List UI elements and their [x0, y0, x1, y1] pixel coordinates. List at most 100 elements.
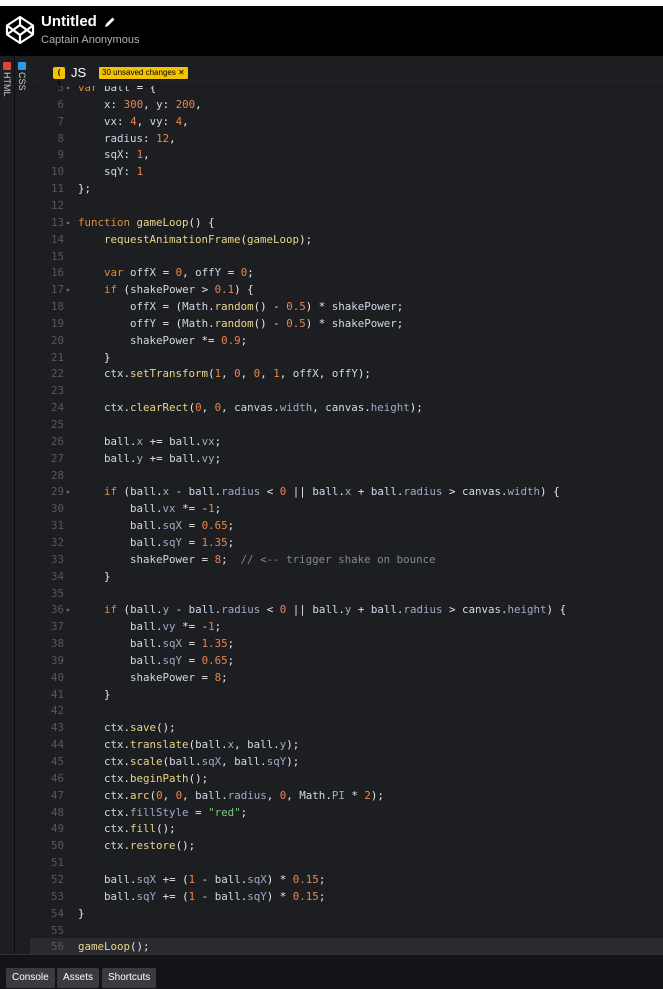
code-line[interactable]: 19 offY = (Math.random() - 0.5) * shakeP… [30, 315, 663, 332]
line-number: 27 [50, 451, 64, 465]
fold-toggle-icon[interactable]: ▸ [66, 214, 71, 231]
code-line[interactable]: 33 shakePower = 8; // <-- trigger shake … [30, 551, 663, 568]
code-line[interactable]: 25 [30, 416, 663, 433]
code-line[interactable]: 5 ▸ var ball = { [30, 86, 663, 96]
unsaved-changes-badge[interactable]: 30 unsaved changes ✕ [99, 67, 188, 79]
code-line[interactable]: 55 [30, 922, 663, 939]
fold-toggle-icon[interactable]: ▸ [66, 281, 71, 298]
code-line[interactable]: 23 [30, 382, 663, 399]
code-line[interactable]: 24 ctx.clearRect(0, 0, canvas.width, can… [30, 399, 663, 416]
code-line[interactable]: 27 ball.y += ball.vy; [30, 450, 663, 467]
shortcuts-button[interactable]: Shortcuts [102, 968, 157, 988]
code-line[interactable]: 22 ctx.setTransform(1, 0, 0, 1, offX, of… [30, 365, 663, 382]
line-number: 28 [50, 468, 64, 482]
code-line[interactable]: 44 ctx.translate(ball.x, ball.y); [30, 736, 663, 753]
code-line[interactable]: 47 ctx.arc(0, 0, ball.radius, 0, Math.PI… [30, 787, 663, 804]
fold-toggle-icon[interactable]: ▸ [66, 86, 71, 96]
line-number: 29 [50, 485, 64, 499]
bottom-bar: Console Assets Shortcuts [0, 954, 663, 989]
pen-author[interactable]: Captain Anonymous [41, 34, 139, 46]
line-number: 37 [50, 620, 64, 634]
code-line[interactable]: 20 shakePower *= 0.9; [30, 332, 663, 349]
code-text: ball.sqY += (1 - ball.sqY) * 0.15; [104, 889, 326, 903]
line-number: 13 [50, 215, 64, 229]
code-text: ctx.arc(0, 0, ball.radius, 0, Math.PI * … [104, 788, 384, 802]
pen-title[interactable]: Untitled [41, 13, 97, 30]
code-text: ball.sqY = 0.65; [130, 653, 235, 667]
tab-html[interactable]: HTML [0, 62, 14, 97]
code-line[interactable]: 40 shakePower = 8; [30, 669, 663, 686]
code-area[interactable]: 5 ▸ var ball = {6 x: 300, y: 200, 7 vx: 4, … [30, 86, 663, 954]
code-line[interactable]: 11}; [30, 180, 663, 197]
code-line[interactable]: 51 [30, 854, 663, 871]
line-number: 55 [50, 923, 64, 937]
fold-toggle-icon[interactable]: ▸ [66, 483, 71, 500]
code-line[interactable]: 15 [30, 248, 663, 265]
code-line[interactable]: 28 [30, 467, 663, 484]
code-text: sqY: 1 [104, 165, 144, 179]
code-line[interactable]: 16 var offX = 0, offY = 0; [30, 264, 663, 281]
code-line[interactable]: 32 ball.sqY = 1.35; [30, 534, 663, 551]
code-line[interactable]: 35 [30, 585, 663, 602]
code-line[interactable]: 53 ball.sqY += (1 - ball.sqY) * 0.15; [30, 888, 663, 905]
line-number: 38 [50, 637, 64, 651]
code-text: ctx.restore(); [104, 839, 196, 853]
code-line[interactable]: 46 ctx.beginPath(); [30, 770, 663, 787]
pencil-icon[interactable] [103, 15, 117, 29]
assets-button[interactable]: Assets [57, 968, 100, 988]
codepen-logo-icon[interactable] [4, 14, 36, 46]
code-line[interactable]: 42 [30, 702, 663, 719]
code-line[interactable]: 9 sqX: 1, [30, 146, 663, 163]
console-button[interactable]: Console [6, 968, 55, 988]
code-line[interactable]: 14 requestAnimationFrame(gameLoop); [30, 231, 663, 248]
code-line[interactable]: 10 sqY: 1 [30, 163, 663, 180]
code-text: ctx.setTransform(1, 0, 0, 1, offX, offY)… [104, 367, 371, 381]
line-number: 41 [50, 687, 64, 701]
code-line[interactable]: 48 ctx.fillStyle = "red"; [30, 804, 663, 821]
code-line[interactable]: 30 ball.vx *= -1; [30, 500, 663, 517]
tab-divider [14, 56, 15, 954]
code-line[interactable]: 38 ball.sqX = 1.35; [30, 635, 663, 652]
code-line[interactable]: 21 } [30, 349, 663, 366]
code-line[interactable]: 31 ball.sqX = 0.65; [30, 517, 663, 534]
code-line[interactable]: 52 ball.sqX += (1 - ball.sqX) * 0.15; [30, 871, 663, 888]
code-line[interactable]: 45 ctx.scale(ball.sqX, ball.sqY); [30, 753, 663, 770]
code-line[interactable]: 13 ▸ function gameLoop() { [30, 214, 663, 231]
code-line[interactable]: 17 ▸ if (shakePower > 0.1) { [30, 281, 663, 298]
code-line[interactable]: 7 vx: 4, vy: 4, [30, 113, 663, 130]
code-line[interactable]: 56 gameLoop(); [30, 938, 663, 954]
code-line[interactable]: 34 } [30, 568, 663, 585]
editor-header: ( ) JS 30 unsaved changes ✕ [30, 56, 663, 89]
code-line[interactable]: 26 ball.x += ball.vx; [30, 433, 663, 450]
tab-css[interactable]: CSS [15, 62, 29, 91]
code-line[interactable]: 41 } [30, 686, 663, 703]
code-line[interactable]: 37 ball.vy *= -1; [30, 618, 663, 635]
line-number: 24 [50, 401, 64, 415]
line-number: 16 [50, 266, 64, 280]
code-line[interactable]: 18 offX = (Math.random() - 0.5) * shakeP… [30, 298, 663, 315]
fold-toggle-icon[interactable]: ▸ [66, 601, 71, 618]
code-line[interactable]: 8 radius: 12, [30, 130, 663, 147]
line-number: 47 [50, 788, 64, 802]
line-number: 51 [50, 856, 64, 870]
code-line[interactable]: 36 ▸ if (ball.y - ball.radius < 0 || ball… [30, 601, 663, 618]
code-line[interactable]: 49 ctx.fill(); [30, 820, 663, 837]
code-line[interactable]: 39 ball.sqY = 0.65; [30, 652, 663, 669]
code-line[interactable]: 43 ctx.save(); [30, 719, 663, 736]
code-line[interactable]: 6 x: 300, y: 200, [30, 96, 663, 113]
code-text: ctx.scale(ball.sqX, ball.sqY); [104, 755, 300, 768]
code-line[interactable]: 50 ctx.restore(); [30, 837, 663, 854]
code-text: var ball = { [78, 86, 157, 94]
code-line[interactable]: 29 ▸ if (ball.x - ball.radius < 0 || ball… [30, 483, 663, 500]
js-settings-icon[interactable]: ( ) [53, 67, 65, 89]
line-number: 39 [50, 653, 64, 667]
tab-html-label: HTML [2, 72, 12, 97]
code-line[interactable]: 12 [30, 197, 663, 214]
line-number: 22 [50, 367, 64, 381]
code-text: ctx.fill(); [104, 822, 176, 836]
line-number: 19 [50, 316, 64, 330]
code-line[interactable]: 54} [30, 905, 663, 922]
line-number: 40 [50, 670, 64, 684]
code-text: requestAnimationFrame(gameLoop); [104, 232, 313, 246]
line-number: 7 [57, 114, 64, 128]
